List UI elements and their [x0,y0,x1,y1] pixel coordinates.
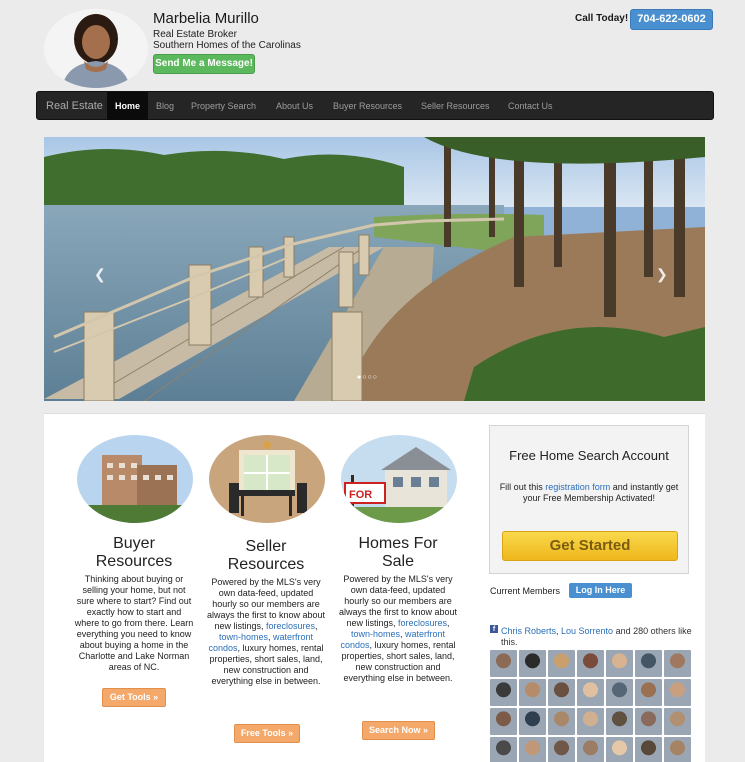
buyer-title-line2: Resources [95,553,173,570]
facebook-likes-text: Chris Roberts, Lou Sorrento and 280 othe… [501,626,692,647]
facebook-member-avatar[interactable] [635,650,662,677]
main-navbar: Real Estate Home Blog Property Search Ab… [36,91,714,120]
foreclosures-link-2[interactable]: foreclosures [398,618,447,628]
free-account-title: Free Home Search Account [509,448,669,463]
facebook-member-avatar[interactable] [548,708,575,735]
hero-boardwalk-photo [44,137,705,401]
agent-title: Real Estate Broker [153,29,237,40]
facebook-member-avatar[interactable] [577,679,604,706]
townhomes-link[interactable]: town-homes [219,632,268,642]
homes-for-sale-text: Powered by the MLS's very own data-feed,… [338,574,458,683]
facebook-faces-grid [490,650,694,762]
carousel-indicators[interactable]: ●○○○ [357,374,378,381]
seller-title-line2: Resources [227,556,305,573]
facebook-member-avatar[interactable] [577,708,604,735]
nav-seller-resources[interactable]: Seller Resources [413,92,498,120]
signup-text-part1: Fill out this [499,482,543,492]
fb-friend-1-link[interactable]: Chris Roberts [501,626,556,636]
facebook-icon: f [490,625,498,633]
buyer-resources-text: Thinking about buying or selling your ho… [74,574,194,672]
seller-title-line1: Seller [245,538,287,555]
facebook-member-avatar[interactable] [635,737,662,762]
registration-form-link[interactable]: registration form [545,482,610,492]
call-today-label: Call Today! [575,13,629,24]
homes-title-line1: Homes For [358,535,438,552]
agent-photo [44,9,148,88]
buyer-title-line1: Buyer [113,535,155,552]
carousel-prev-icon[interactable]: ❮ [94,266,106,283]
facebook-member-avatar[interactable] [606,679,633,706]
login-button[interactable]: Log In Here [569,583,632,598]
search-now-button[interactable]: Search Now » [362,721,435,740]
current-members-label: Current Members [490,586,561,596]
facebook-member-avatar[interactable] [635,679,662,706]
send-message-button[interactable]: Send Me a Message! [153,54,255,74]
homes-for-sale-title: Homes For Sale [338,535,458,571]
nav-brand[interactable]: Real Estate [46,92,103,120]
facebook-member-avatar[interactable] [606,708,633,735]
carousel-next-icon[interactable]: ❯ [656,266,668,283]
nav-home[interactable]: Home [107,92,149,120]
facebook-member-avatar[interactable] [577,737,604,762]
facebook-member-avatar[interactable] [664,708,691,735]
foreclosures-link[interactable]: foreclosures [266,621,315,631]
seller-resources-image [209,435,325,523]
facebook-member-avatar[interactable] [606,737,633,762]
nav-about-us[interactable]: About Us [268,92,321,120]
facebook-member-avatar[interactable] [548,650,575,677]
facebook-member-avatar[interactable] [490,679,517,706]
facebook-member-avatar[interactable] [490,708,517,735]
facebook-member-avatar[interactable] [519,679,546,706]
homes-for-sale-image: FOR [341,435,457,523]
facebook-member-avatar[interactable] [577,650,604,677]
agent-company: Southern Homes of the Carolinas [153,40,301,51]
nav-contact-us[interactable]: Contact Us [500,92,561,120]
facebook-member-avatar[interactable] [635,708,662,735]
facebook-member-avatar[interactable] [548,679,575,706]
facebook-member-avatar[interactable] [664,737,691,762]
facebook-member-avatar[interactable] [664,679,691,706]
get-tools-button[interactable]: Get Tools » [102,688,166,707]
seller-resources-text: Powered by the MLS's very own data-feed,… [206,577,326,686]
svg-text:FOR: FOR [349,489,372,501]
phone-button[interactable]: 704-622-0602 [630,9,713,30]
facebook-member-avatar[interactable] [490,650,517,677]
buyer-resources-image [77,435,193,523]
facebook-member-avatar[interactable] [606,650,633,677]
facebook-member-avatar[interactable] [490,737,517,762]
facebook-member-avatar[interactable] [519,650,546,677]
facebook-member-avatar[interactable] [664,650,691,677]
free-tools-button[interactable]: Free Tools » [234,724,300,743]
nav-buyer-resources[interactable]: Buyer Resources [325,92,410,120]
nav-blog[interactable]: Blog [148,92,182,120]
homes-title-line2: Sale [381,553,415,570]
agent-name: Marbelia Murillo [153,10,259,27]
get-started-button[interactable]: Get Started [502,531,678,561]
free-account-text: Fill out this registration form and inst… [494,482,684,504]
seller-resources-title: Seller Resources [206,538,326,574]
facebook-member-avatar[interactable] [548,737,575,762]
townhomes-link-2[interactable]: town-homes [351,629,400,639]
facebook-member-avatar[interactable] [519,708,546,735]
buyer-resources-title: Buyer Resources [74,535,194,571]
free-account-box: Free Home Search Account Fill out this r… [489,425,689,574]
facebook-member-avatar[interactable] [519,737,546,762]
fb-friend-2-link[interactable]: Lou Sorrento [561,626,613,636]
hero-carousel [44,137,705,401]
nav-property-search[interactable]: Property Search [183,92,264,120]
